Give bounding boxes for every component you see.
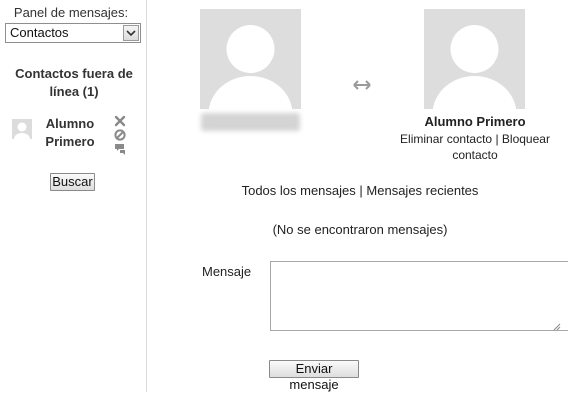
- contact-actions-links: Eliminar contacto | Bloquear contacto: [390, 131, 560, 163]
- user-avatar-icon: [12, 119, 32, 139]
- close-icon[interactable]: [113, 114, 127, 128]
- nav-separator: |: [359, 183, 363, 198]
- messages-page: Panel de mensajes: Contactos Contactos f…: [0, 0, 568, 402]
- panel-select-value: Contactos: [10, 25, 69, 40]
- message-nav: Todos los mensajes | Mensajes recientes: [160, 183, 560, 198]
- message-label: Mensaje: [202, 264, 252, 279]
- contact-title: Alumno Primero: [424, 114, 526, 129]
- search-button[interactable]: Buscar: [50, 173, 95, 191]
- swap-icon: [353, 78, 371, 90]
- messages-sidebar: Panel de mensajes: Contactos Contactos f…: [0, 0, 147, 392]
- no-messages-text: (No se encontraron mensajes): [272, 222, 448, 237]
- contact-name-link[interactable]: Alumno Primero: [40, 115, 100, 151]
- message-history-icon[interactable]: [113, 142, 127, 156]
- all-messages-link[interactable]: Todos los mensajes: [242, 183, 356, 198]
- current-user-name-blurred: [201, 113, 300, 131]
- chevron-down-icon[interactable]: [123, 25, 139, 41]
- block-icon[interactable]: [113, 128, 127, 142]
- recent-messages-link[interactable]: Mensajes recientes: [366, 183, 478, 198]
- remove-contact-link[interactable]: Eliminar contacto: [400, 132, 492, 146]
- contact-list-item[interactable]: Alumno Primero: [0, 114, 146, 158]
- contact-actions: [113, 114, 127, 156]
- user-avatar-icon: [200, 9, 301, 109]
- user-avatar-icon: [424, 9, 525, 109]
- panel-label: Panel de mensajes:: [13, 5, 129, 20]
- resize-grip-icon[interactable]: [551, 318, 561, 331]
- send-message-button[interactable]: Enviar mensaje: [269, 360, 359, 392]
- offline-contacts-heading: Contactos fuera de línea (1): [15, 66, 133, 99]
- panel-select[interactable]: Contactos: [5, 23, 141, 43]
- message-textarea[interactable]: [270, 261, 568, 331]
- link-separator: |: [495, 132, 499, 146]
